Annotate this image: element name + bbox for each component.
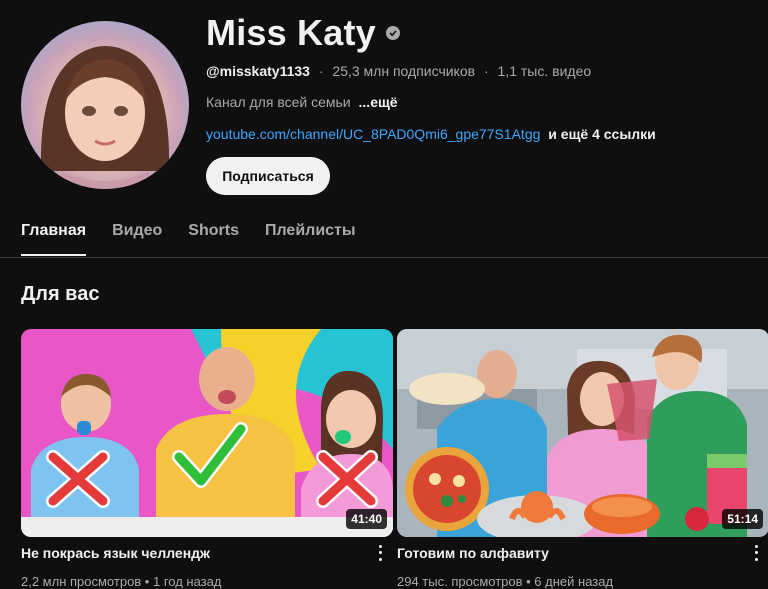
channel-meta: @misskaty1133 · 25,3 млн подписчиков · 1… (206, 63, 591, 79)
description-more-link[interactable]: ...ещё (359, 94, 398, 110)
channel-title: Miss Katy (206, 12, 376, 53)
video-card[interactable]: 41:40 Не покрась язык челлендж 2,2 млн п… (21, 329, 393, 589)
video-duration: 51:14 (722, 509, 763, 529)
subscribe-button[interactable]: Подписаться (206, 157, 330, 195)
section-title: Для вас (21, 283, 100, 305)
video-title[interactable]: Готовим по алфавиту (397, 545, 549, 561)
video-duration: 41:40 (346, 509, 387, 529)
video-title[interactable]: Не покрась язык челлендж (21, 545, 210, 561)
channel-tabs: Главная Видео Shorts Плейлисты (21, 222, 382, 256)
video-thumbnail[interactable]: 51:14 (397, 329, 768, 537)
video-stats: 294 тыс. просмотров • 6 дней назад (397, 574, 614, 589)
video-count: 1,1 тыс. видео (497, 63, 592, 79)
tab-shorts[interactable]: Shorts (188, 222, 239, 256)
more-options-icon[interactable] (749, 543, 763, 563)
meta-separator: · (318, 63, 324, 79)
video-thumbnail[interactable]: 41:40 (21, 329, 393, 537)
channel-title-row: Miss Katy (206, 12, 400, 54)
more-options-icon[interactable] (373, 543, 387, 563)
subscriber-count: 25,3 млн подписчиков (332, 63, 476, 79)
tab-playlists[interactable]: Плейлисты (265, 222, 356, 256)
channel-avatar[interactable] (21, 21, 189, 189)
tab-videos[interactable]: Видео (112, 222, 162, 256)
channel-description[interactable]: Канал для всей семьи ...ещё (206, 94, 398, 110)
tabs-divider (0, 257, 768, 258)
channel-links: youtube.com/channel/UC_8PAD0Qmi6_gpe77S1… (206, 126, 656, 142)
channel-url-link[interactable]: youtube.com/channel/UC_8PAD0Qmi6_gpe77S1… (206, 126, 540, 142)
video-stats: 2,2 млн просмотров • 1 год назад (21, 574, 222, 589)
tab-home[interactable]: Главная (21, 222, 87, 256)
channel-handle: @misskaty1133 (206, 63, 310, 79)
meta-separator: · (483, 63, 489, 79)
more-links-button[interactable]: и ещё 4 ссылки (548, 126, 655, 142)
video-card[interactable]: 51:14 Готовим по алфавиту 294 тыс. просм… (397, 329, 768, 589)
description-text: Канал для всей семьи (206, 94, 351, 110)
verified-icon (385, 26, 400, 40)
